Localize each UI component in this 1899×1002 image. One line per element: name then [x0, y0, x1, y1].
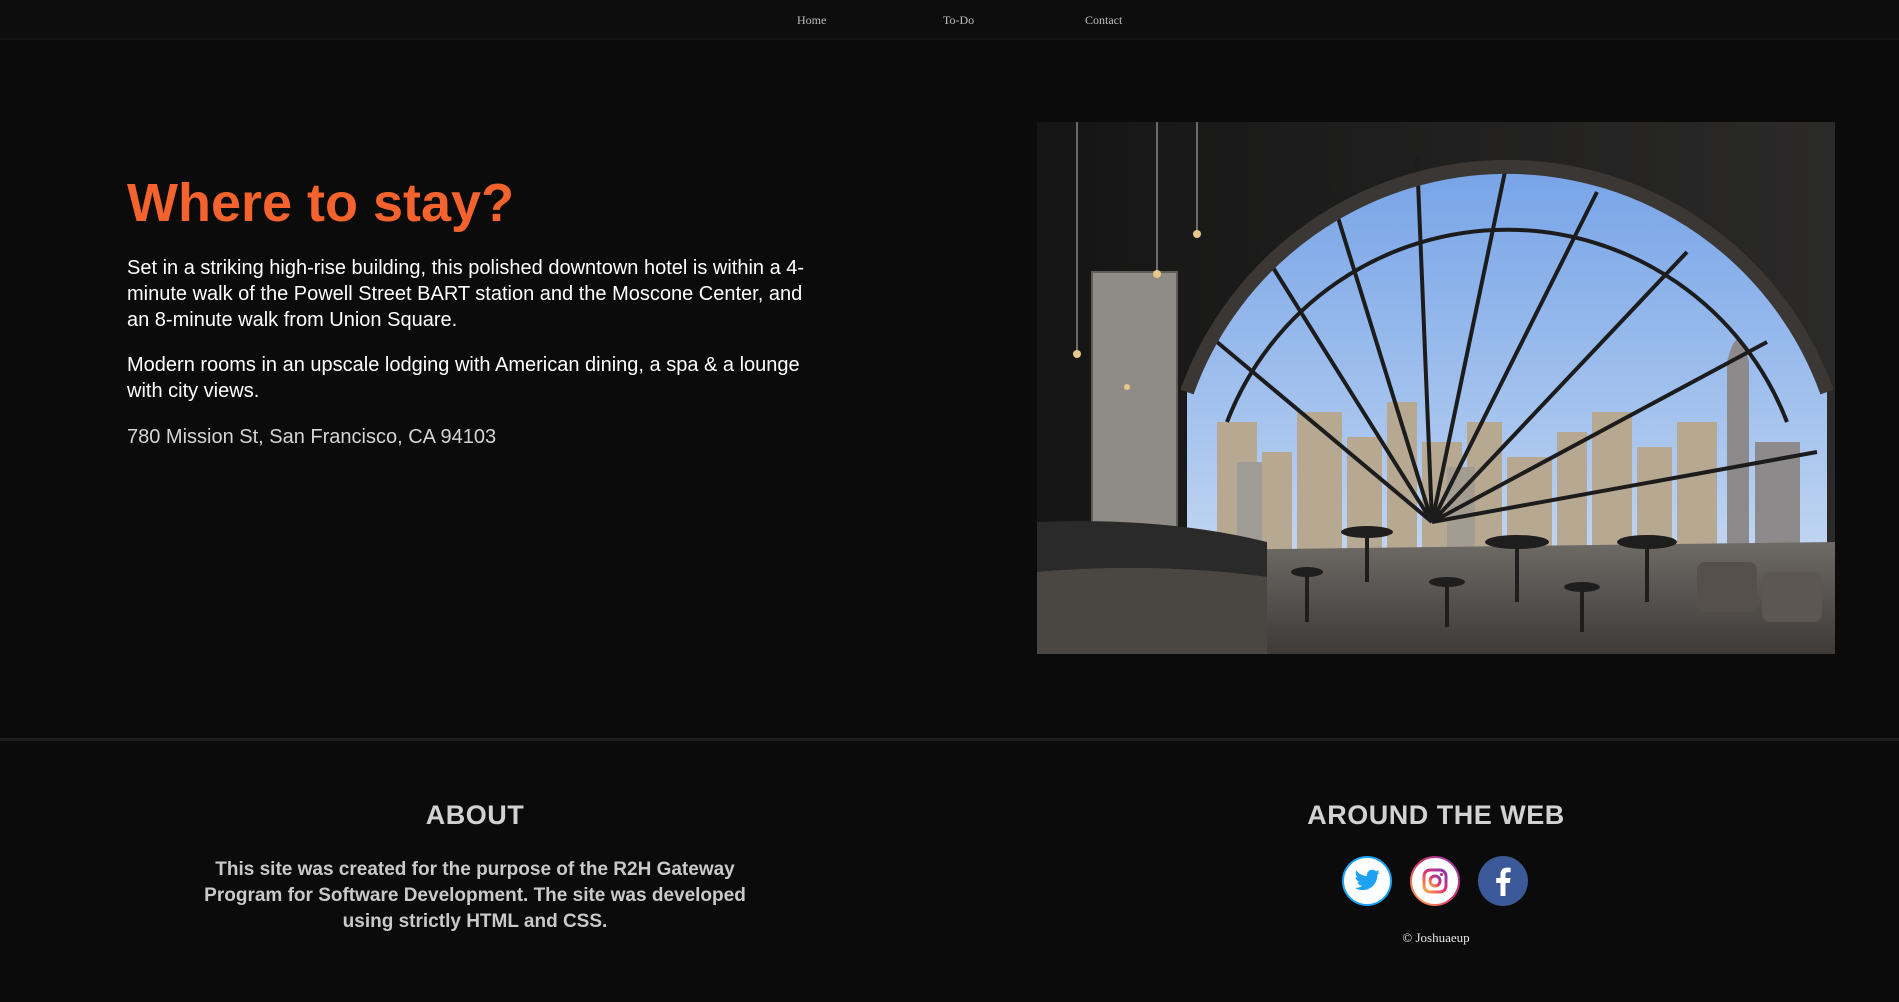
about-text: This site was created for the purpose of… — [204, 859, 746, 932]
instagram-link[interactable] — [1409, 855, 1461, 907]
nav-link-home[interactable]: Home — [797, 13, 826, 28]
nav-link-contact[interactable]: Contact — [1085, 13, 1122, 28]
hotel-lounge-illustration — [1037, 122, 1835, 654]
twitter-icon — [1342, 856, 1392, 906]
hotel-lounge-photo — [1037, 122, 1835, 654]
hotel-address: 780 Mission St, San Francisco, CA 94103 — [127, 426, 497, 448]
facebook-link[interactable] — [1477, 855, 1529, 907]
about-heading: ABOUT — [425, 800, 525, 830]
hotel-amenities: Modern rooms in an upscale lodging with … — [127, 354, 800, 402]
copyright: © Joshuaeup — [1402, 930, 1470, 945]
around-the-web-heading: AROUND THE WEB — [1307, 800, 1565, 830]
nav-link-todo[interactable]: To-Do — [943, 13, 974, 28]
instagram-icon — [1410, 856, 1460, 906]
footer-divider — [0, 738, 1899, 741]
top-navigation: Home To-Do Contact — [0, 0, 1899, 40]
twitter-link[interactable] — [1341, 855, 1393, 907]
hotel-description: Set in a striking high-rise building, th… — [127, 257, 805, 331]
page-title: Where to stay? — [127, 173, 515, 233]
facebook-icon — [1478, 856, 1528, 906]
